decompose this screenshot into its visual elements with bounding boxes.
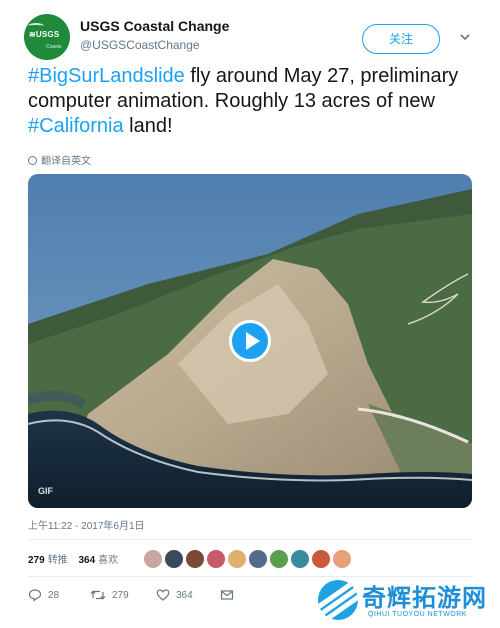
avatar-logo-subtext: Coasts [46, 44, 62, 50]
play-button[interactable] [229, 320, 271, 362]
like-count: 364 [176, 590, 193, 601]
liker-avatar[interactable] [227, 549, 247, 569]
site-watermark: 奇辉拓游网 QIHUI TUOYOU NETWORK [318, 578, 498, 626]
liker-avatar[interactable] [185, 549, 205, 569]
likes-label: 喜欢 [98, 555, 119, 566]
likes-stat[interactable]: 364 喜欢 [78, 555, 118, 566]
user-handle[interactable]: @USGSCoastChange [80, 38, 200, 52]
reply-count: 28 [48, 590, 60, 601]
reply-button[interactable]: 28 [28, 588, 59, 606]
tweet-timestamp[interactable]: 上午11:22 - 2017年6月1日 [28, 517, 145, 532]
divider [28, 539, 472, 540]
liker-avatar[interactable] [311, 549, 331, 569]
translate-link[interactable]: 翻译自英文 [28, 152, 91, 167]
retweets-stat[interactable]: 279 转推 [28, 555, 68, 566]
avatar-logo-text: ≋USGS [29, 30, 60, 39]
engagement-stats: 279 转推 364 喜欢 [28, 551, 126, 566]
avatar[interactable]: ≋USGS Coasts [24, 14, 70, 60]
like-button[interactable]: 364 [156, 588, 193, 606]
retweets-label: 转推 [47, 555, 68, 566]
usgs-wave-icon [28, 23, 44, 29]
liker-avatar[interactable] [332, 549, 352, 569]
reply-icon [28, 589, 42, 603]
tweet-text: #BigSurLandslide fly around May 27, prel… [28, 64, 478, 139]
watermark-logo-icon [318, 580, 358, 620]
hashtag-link[interactable]: #California [28, 115, 124, 137]
retweet-count: 279 [112, 590, 129, 601]
media-video[interactable]: GIF [28, 174, 472, 508]
gif-badge: GIF [38, 486, 53, 496]
chevron-down-icon[interactable] [458, 30, 472, 44]
liker-avatar[interactable] [269, 549, 289, 569]
hashtag-link[interactable]: #BigSurLandslide [28, 65, 185, 87]
likes-count: 364 [78, 555, 96, 566]
divider [28, 576, 472, 577]
liker-avatar[interactable] [290, 549, 310, 569]
translate-label: 翻译自英文 [41, 156, 91, 167]
watermark-title: 奇辉拓游网 [362, 584, 487, 612]
tweet-text-segment: land! [123, 115, 173, 137]
liker-avatar[interactable] [164, 549, 184, 569]
liker-avatar[interactable] [143, 549, 163, 569]
retweets-count: 279 [28, 555, 45, 566]
retweet-icon [90, 590, 106, 600]
play-icon [246, 332, 260, 350]
direct-message-button[interactable] [220, 588, 240, 606]
envelope-icon [220, 590, 234, 600]
heart-icon [156, 589, 170, 602]
tweet-header: ≋USGS Coasts USGS Coastal Change @USGSCo… [24, 14, 484, 60]
watermark-subtitle: QIHUI TUOYOU NETWORK [368, 611, 467, 618]
follow-button[interactable]: 关注 [362, 24, 440, 54]
liker-avatar[interactable] [206, 549, 226, 569]
globe-icon [28, 156, 37, 165]
retweet-button[interactable]: 279 [90, 588, 129, 606]
liker-avatar[interactable] [248, 549, 268, 569]
display-name[interactable]: USGS Coastal Change [80, 18, 229, 34]
